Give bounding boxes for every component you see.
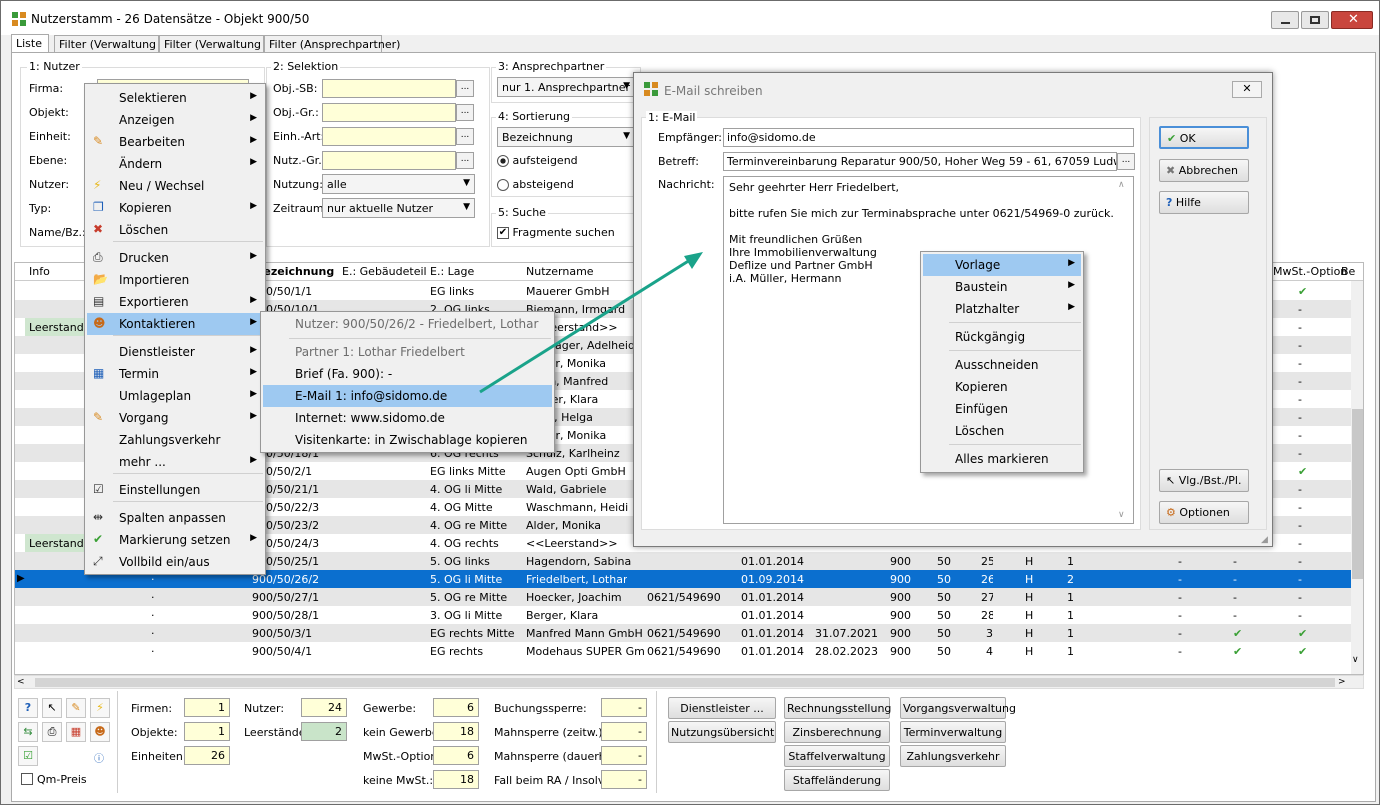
annotation-arrow bbox=[479, 252, 703, 394]
